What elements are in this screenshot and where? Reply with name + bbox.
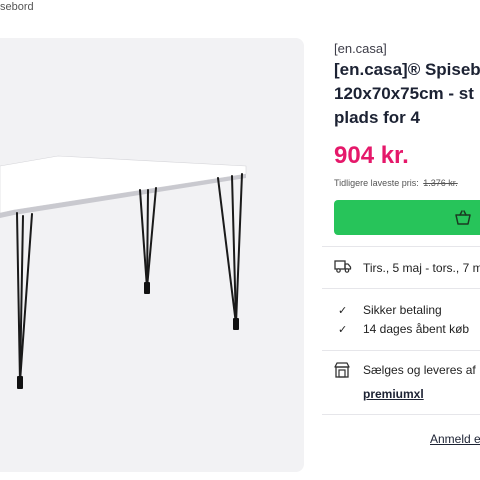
previous-price-label: Tidligere laveste pris: (334, 178, 419, 188)
divider (322, 414, 480, 415)
divider (322, 246, 480, 247)
product-image-gallery[interactable] (0, 38, 304, 472)
truck-icon (334, 260, 352, 273)
product-title-line: 120x70x75cm - st (334, 84, 474, 103)
check-icon: ✓ (338, 305, 348, 317)
shopping-basket-icon (455, 210, 471, 225)
product-title: [en.casa]® Spiseb 120x70x75cm - st plads… (334, 58, 480, 130)
store-icon (334, 362, 350, 378)
product-price: 904 kr. (334, 142, 409, 169)
add-to-cart-button[interactable] (334, 200, 480, 235)
product-image (0, 155, 247, 389)
benefit-label: 14 dages åbent køb (363, 322, 470, 336)
review-link[interactable]: Anmeld e (430, 432, 480, 446)
previous-lowest-price: Tidligere laveste pris: 1.376 kr. (334, 178, 458, 188)
divider (322, 288, 480, 289)
seller-label: Sælges og leveres af (363, 363, 476, 377)
divider (322, 350, 480, 351)
product-brand[interactable]: [en.casa] (334, 41, 387, 56)
benefit-open-purchase: ✓ 14 dages åbent køb (338, 322, 469, 336)
seller-link[interactable]: premiumxl (363, 387, 424, 401)
benefit-label: Sikker betaling (363, 303, 442, 317)
check-icon: ✓ (338, 324, 348, 336)
previous-price-value: 1.376 kr. (423, 178, 458, 188)
product-title-line: [en.casa]® Spiseb (334, 60, 480, 79)
product-title-line: plads for 4 (334, 108, 420, 127)
benefit-secure-payment: ✓ Sikker betaling (338, 303, 442, 317)
breadcrumb[interactable]: sebord (0, 0, 34, 14)
delivery-estimate: Tirs., 5 maj - tors., 7 m (363, 261, 480, 275)
